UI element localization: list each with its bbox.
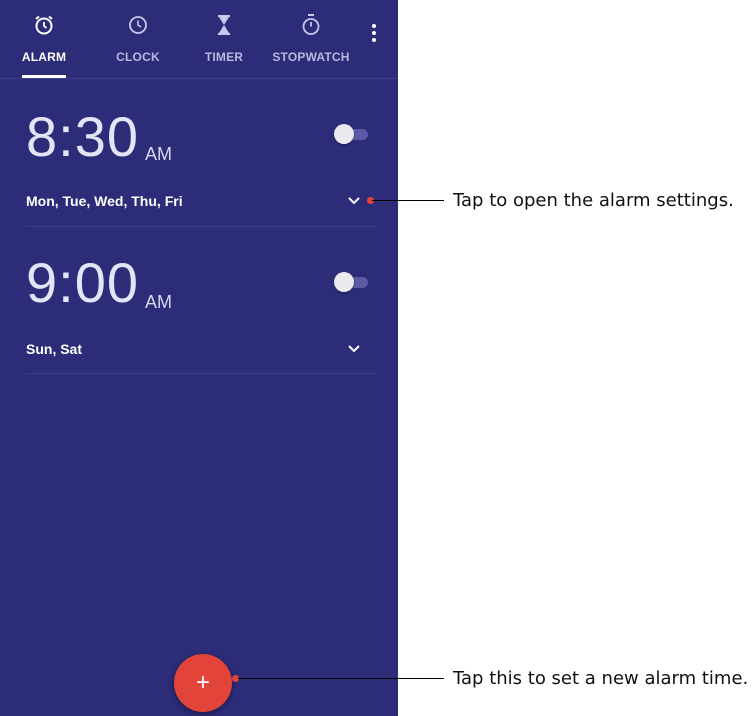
alarm-time[interactable]: 8:30: [26, 104, 139, 169]
divider: [26, 226, 376, 227]
stopwatch-icon: [300, 12, 322, 38]
clock-icon: [127, 12, 149, 38]
callout-new-alarm: Tap this to set a new alarm time.: [453, 668, 749, 689]
alarm-toggle[interactable]: [334, 272, 368, 292]
plus-icon: +: [195, 669, 210, 696]
chevron-down-icon[interactable]: [346, 341, 362, 357]
divider: [26, 373, 376, 374]
tab-alarm-label: ALARM: [21, 50, 67, 64]
alarm-days: Sun, Sat: [26, 341, 83, 357]
tab-clock-label: CLOCK: [116, 50, 160, 64]
tab-stopwatch[interactable]: STOPWATCH: [268, 0, 354, 78]
alarm-days: Mon, Tue, Wed, Thu, Fri: [26, 193, 183, 209]
callout-leader-line: [372, 200, 444, 201]
alarm-toggle[interactable]: [334, 124, 368, 144]
hourglass-icon: [214, 12, 234, 38]
alarm-app-screen: ALARM CLOCK TIMER STOPWATCH 8:30 AM Mon,…: [0, 0, 398, 716]
alarm-clock-icon: [33, 12, 55, 38]
tab-clock[interactable]: CLOCK: [108, 0, 168, 78]
chevron-down-icon[interactable]: [346, 193, 362, 209]
tab-alarm[interactable]: ALARM: [14, 0, 74, 78]
tab-bar: ALARM CLOCK TIMER STOPWATCH: [0, 0, 398, 79]
callout-leader-line: [238, 678, 444, 679]
alarm-time[interactable]: 9:00: [26, 250, 139, 315]
add-alarm-button[interactable]: +: [174, 654, 232, 712]
alarm-ampm: AM: [145, 292, 172, 312]
tab-stopwatch-label: STOPWATCH: [272, 50, 350, 64]
tab-timer[interactable]: TIMER: [194, 0, 254, 78]
alarm-ampm: AM: [145, 144, 172, 164]
callout-alarm-settings: Tap to open the alarm settings.: [453, 190, 734, 211]
tab-timer-label: TIMER: [204, 50, 244, 64]
more-options-icon[interactable]: [362, 16, 386, 50]
